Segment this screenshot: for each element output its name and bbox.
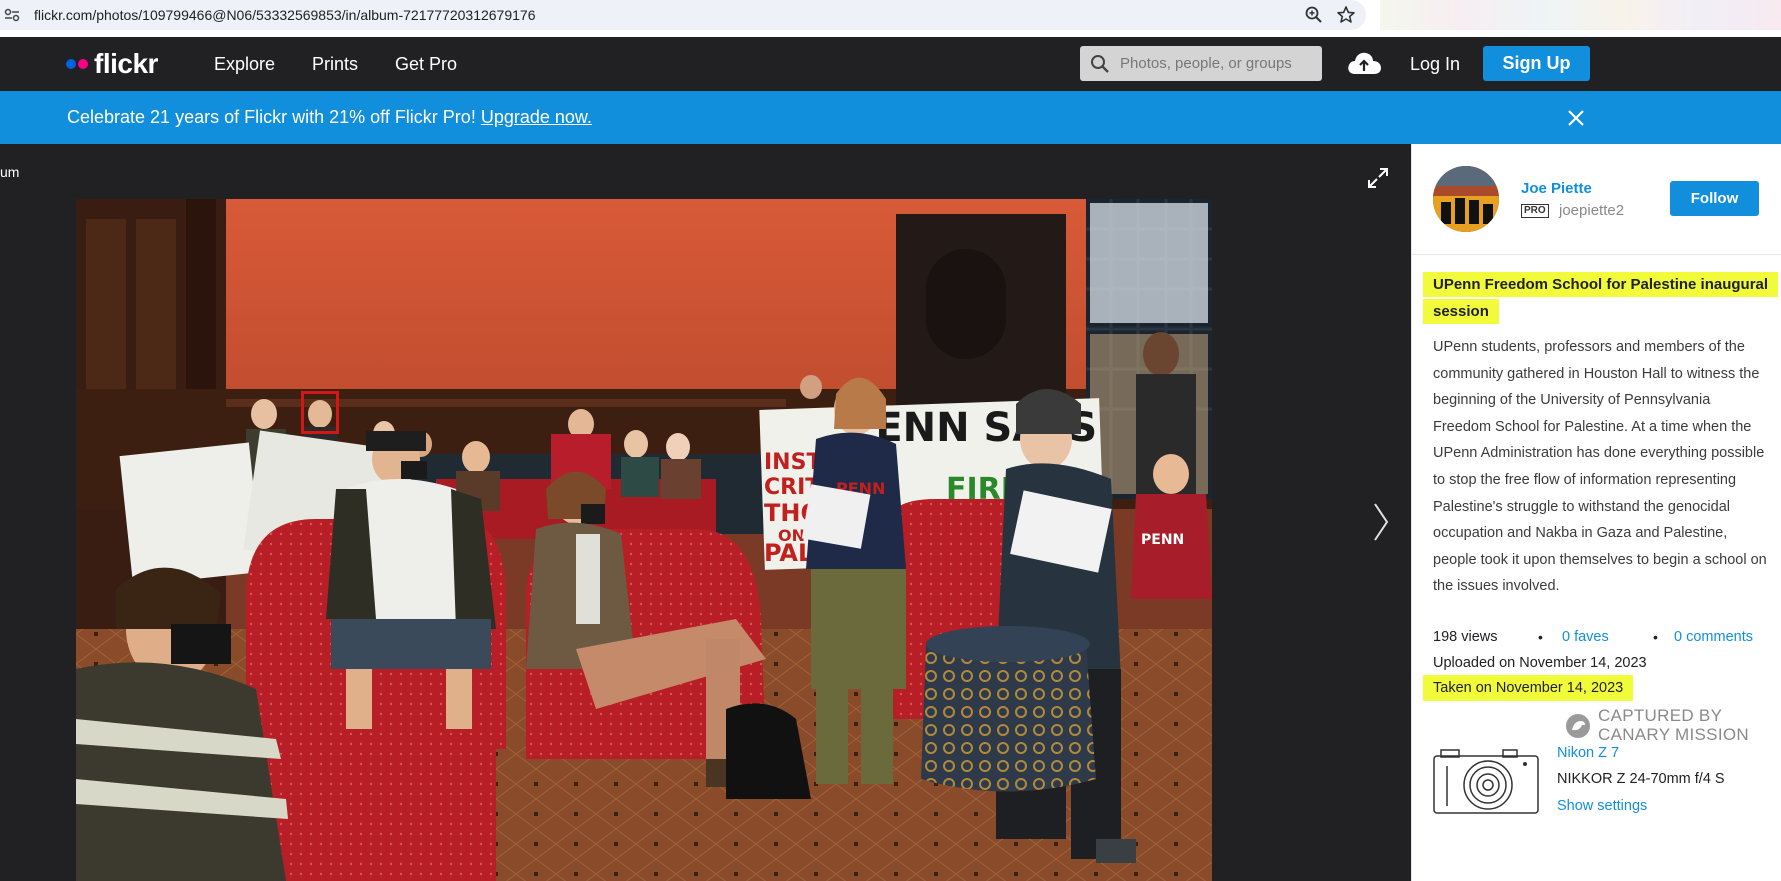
browser-bar: flickr.com/photos/109799466@N06/53332569…: [0, 0, 1781, 30]
show-settings-link[interactable]: Show settings: [1557, 798, 1647, 814]
comments-link[interactable]: 0 comments: [1674, 629, 1753, 645]
close-icon[interactable]: [1566, 108, 1586, 128]
owner-handle[interactable]: joepiette2: [1559, 202, 1624, 219]
main-photo[interactable]: PENN SAYS INSTI CRITI THOU ON PALES FIRE: [76, 199, 1212, 881]
sweatshirt-text-2: PENN: [1141, 532, 1184, 548]
photo-sidebar: Joe Piette PRO joepiette2 Follow UPenn F…: [1411, 144, 1781, 881]
search-input[interactable]: [1120, 46, 1316, 81]
canary-mission-watermark: CAPTURED BY CANARY MISSION: [1564, 704, 1779, 744]
camera-icon: [1433, 749, 1539, 814]
photo-title-line-2: session: [1423, 299, 1499, 324]
canary-bird-icon: [1566, 714, 1590, 738]
bookmark-star-icon[interactable]: [1336, 5, 1356, 25]
expand-icon[interactable]: [1366, 166, 1390, 190]
site-header: flickr Explore Prints Get Pro Log In Sig…: [0, 37, 1781, 91]
owner-name-link[interactable]: Joe Piette: [1521, 180, 1592, 197]
next-photo-chevron-icon[interactable]: [1372, 502, 1390, 542]
faves-link[interactable]: 0 faves: [1562, 629, 1609, 645]
login-link[interactable]: Log In: [1410, 54, 1460, 75]
photo-scene: PENN SAYS INSTI CRITI THOU ON PALES FIRE: [76, 199, 1212, 881]
promo-banner: Celebrate 21 years of Flickr with 21% of…: [0, 91, 1781, 144]
search-icon[interactable]: [1090, 54, 1110, 74]
flickr-logo[interactable]: flickr: [66, 46, 158, 82]
promo-text: Celebrate 21 years of Flickr with 21% of…: [67, 107, 592, 127]
camera-model-link[interactable]: Nikon Z 7: [1557, 745, 1619, 761]
sidebar-divider: [1412, 254, 1781, 255]
uploaded-date: Uploaded on November 14, 2023: [1433, 655, 1647, 671]
stat-separator: •: [1538, 629, 1543, 645]
zoom-icon[interactable]: [1304, 5, 1324, 25]
nav-get-pro[interactable]: Get Pro: [395, 54, 457, 75]
url-text[interactable]: flickr.com/photos/109799466@N06/53332569…: [34, 7, 536, 23]
search-box: [1080, 46, 1322, 81]
nav-prints[interactable]: Prints: [312, 54, 358, 75]
photo-description: UPenn students, professors and members o…: [1433, 339, 1767, 595]
upgrade-link[interactable]: Upgrade now.: [481, 107, 592, 127]
avatar[interactable]: [1433, 166, 1499, 232]
address-bar[interactable]: flickr.com/photos/109799466@N06/53332569…: [0, 0, 1366, 30]
avatar-image: [1433, 166, 1499, 232]
logo-dots-icon: [66, 58, 94, 70]
nav-explore[interactable]: Explore: [214, 54, 275, 75]
follow-button[interactable]: Follow: [1670, 181, 1759, 216]
extensions-area: [1380, 0, 1781, 30]
pro-badge: PRO: [1521, 204, 1549, 218]
photo-title-line-1: UPenn Freedom School for Palestine inaug…: [1423, 272, 1779, 297]
album-breadcrumb[interactable]: um: [0, 164, 19, 180]
upload-cloud-icon[interactable]: [1346, 50, 1382, 76]
face-highlight-box: [301, 391, 339, 434]
lens-name: NIKKOR Z 24-70mm f/4 S: [1557, 771, 1725, 787]
signup-button[interactable]: Sign Up: [1483, 46, 1590, 81]
site-settings-icon[interactable]: [4, 8, 20, 22]
taken-date: Taken on November 14, 2023: [1423, 675, 1634, 701]
photo-stage: um PENN SAYS INSTI CRITI THOU ON PALES F…: [0, 144, 1411, 881]
stat-separator: •: [1653, 629, 1658, 645]
